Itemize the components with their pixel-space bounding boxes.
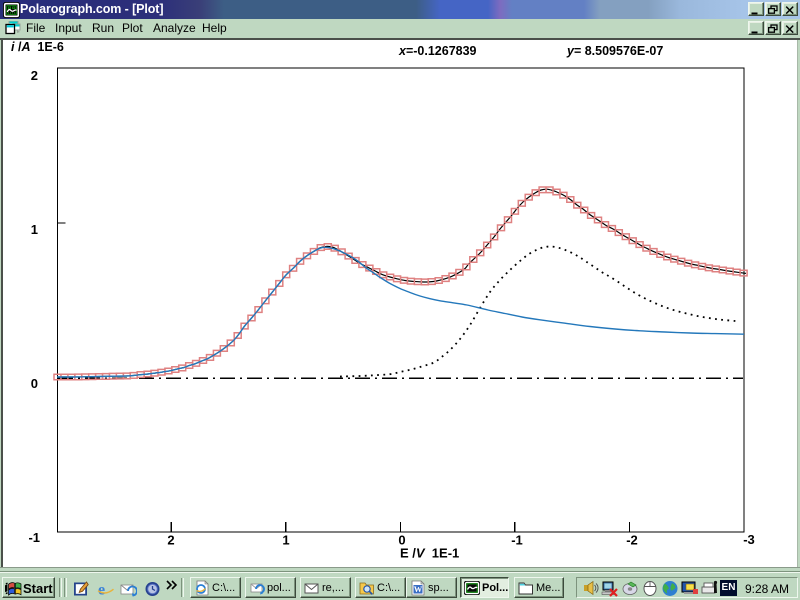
svg-text:-1: -1 [28, 530, 40, 545]
svg-text:i /A 1E-6: i /A 1E-6 [11, 40, 64, 54]
svg-text:E /V 1E-1: E /V 1E-1 [400, 546, 459, 561]
svg-text:1: 1 [31, 222, 38, 237]
svg-text:-2: -2 [626, 533, 638, 548]
svg-text:0: 0 [31, 376, 38, 391]
svg-text:y= 8.509576E-07: y= 8.509576E-07 [566, 44, 663, 58]
svg-text:2: 2 [167, 533, 174, 548]
svg-text:e: e [98, 582, 105, 598]
svg-text:W: W [414, 584, 423, 594]
svg-text:2: 2 [31, 68, 38, 83]
svg-text:-3: -3 [743, 532, 755, 547]
svg-text:1: 1 [282, 533, 289, 548]
svg-text:-1: -1 [511, 533, 523, 548]
svg-text:x=-0.1267839: x=-0.1267839 [398, 44, 477, 58]
